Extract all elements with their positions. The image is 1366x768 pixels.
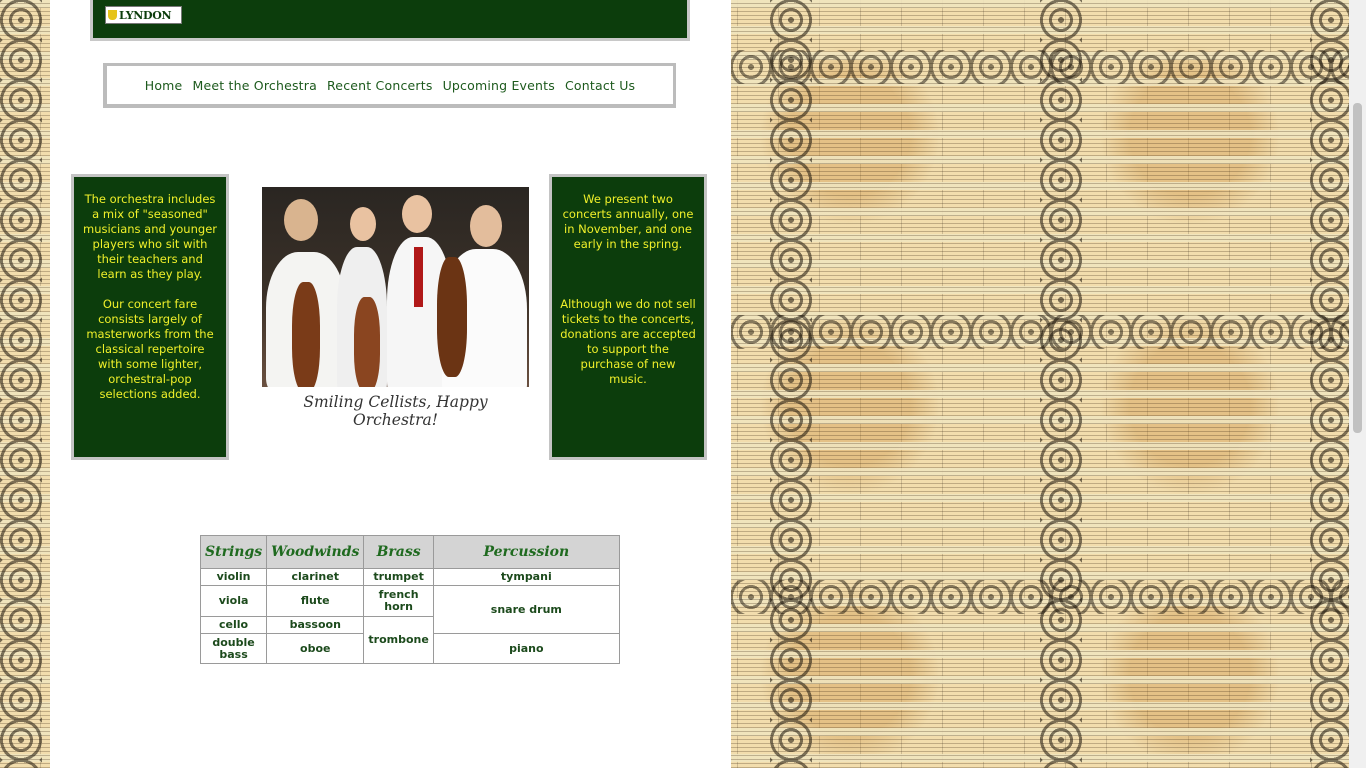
ornament-border xyxy=(731,315,1349,349)
header-woodwinds: Woodwinds xyxy=(266,535,365,569)
table-cell: snare drum xyxy=(432,585,620,634)
table-cell: clarinet xyxy=(266,568,365,586)
donations-text: Although we do not sell tickets to the c… xyxy=(560,297,696,386)
site-header: LYNDON xyxy=(90,0,690,41)
orchestra-mix-text: The orchestra includes a mix of "seasone… xyxy=(83,192,217,281)
header-percussion: Percussion xyxy=(432,535,620,569)
ornament-border-left xyxy=(0,0,42,768)
table-cell: flute xyxy=(266,585,365,617)
concert-schedule-text: We present two concerts annually, one in… xyxy=(562,192,694,251)
concert-fare-text: Our concert fare consists largely of mas… xyxy=(86,297,214,401)
ornament-border xyxy=(731,580,1349,614)
lyndon-logo[interactable]: LYNDON xyxy=(105,6,182,24)
ornament-border xyxy=(770,0,812,768)
table-cell: bassoon xyxy=(266,616,365,634)
scrollbar-thumb[interactable] xyxy=(1353,103,1362,433)
table-cell: trombone xyxy=(363,616,434,664)
ornament-border xyxy=(731,50,1349,84)
main-nav: Home Meet the Orchestra Recent Concerts … xyxy=(103,63,676,108)
ornament-border xyxy=(1310,0,1352,768)
header-strings: Strings xyxy=(199,535,268,569)
header-brass: Brass xyxy=(363,535,434,569)
nav-home[interactable]: Home xyxy=(145,78,183,93)
nav-meet-the-orchestra[interactable]: Meet the Orchestra xyxy=(192,78,317,93)
shield-icon xyxy=(108,10,117,20)
concerts-info-panel: We present two concerts annually, one in… xyxy=(549,174,707,460)
table-cell: piano xyxy=(432,633,620,664)
nav-recent-concerts[interactable]: Recent Concerts xyxy=(327,78,433,93)
photo-caption: Smiling Cellists, Happy Orchestra! xyxy=(303,393,488,429)
table-cell: trumpet xyxy=(363,568,434,586)
table-cell: double bass xyxy=(199,633,268,664)
nav-contact-us[interactable]: Contact Us xyxy=(565,78,635,93)
table-cell: oboe xyxy=(266,633,365,664)
table-cell: violin xyxy=(199,568,268,586)
instruments-table: Strings Woodwinds Brass Percussion violi… xyxy=(199,535,620,664)
nav-upcoming-events[interactable]: Upcoming Events xyxy=(443,78,555,93)
table-cell: cello xyxy=(199,616,268,634)
main-content: LYNDON Home Meet the Orchestra Recent Co… xyxy=(50,0,731,768)
ornament-border xyxy=(1040,0,1082,768)
table-cell: french horn xyxy=(363,585,434,617)
orchestra-photo xyxy=(262,187,529,387)
vertical-scrollbar[interactable] xyxy=(1349,0,1366,768)
table-cell: tympani xyxy=(432,568,620,586)
logo-text: LYNDON xyxy=(119,8,172,22)
table-cell: viola xyxy=(199,585,268,617)
orchestra-info-panel: The orchestra includes a mix of "seasone… xyxy=(71,174,229,460)
